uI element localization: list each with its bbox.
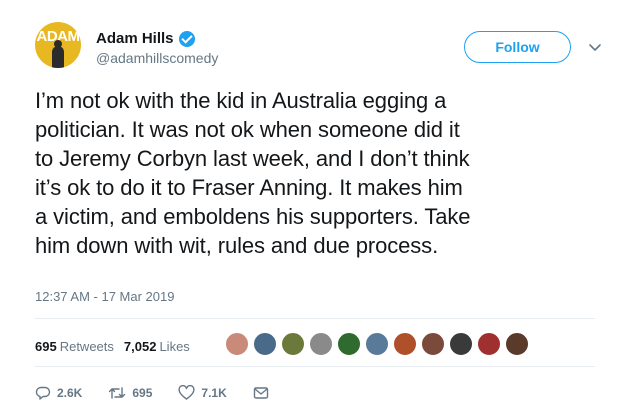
tweet-text-line: politician. It was not ok when someone d…	[35, 117, 460, 142]
like-action[interactable]: 7.1K	[178, 385, 227, 401]
liker-avatar[interactable]	[505, 332, 529, 356]
liker-avatar[interactable]	[421, 332, 445, 356]
display-name[interactable]: Adam Hills	[96, 30, 174, 47]
tweet-timestamp[interactable]: 12:37 AM - 17 Mar 2019	[35, 289, 174, 304]
message-action[interactable]	[253, 385, 275, 401]
avatar[interactable]: ADAM	[35, 22, 81, 68]
tweet-text-line: it’s ok to do it to Fraser Anning. It ma…	[35, 175, 463, 200]
liker-avatar[interactable]	[253, 332, 277, 356]
envelope-icon	[253, 387, 268, 399]
chevron-down-icon[interactable]	[588, 40, 602, 54]
retweet-action[interactable]: 695	[108, 385, 152, 401]
retweet-icon	[109, 387, 126, 399]
likes-label: Likes	[159, 339, 190, 354]
liker-avatars	[225, 332, 533, 356]
tweet-text-line: to Jeremy Corbyn last week, and I don’t …	[35, 146, 470, 171]
reply-count: 2.6K	[57, 386, 83, 400]
reply-action[interactable]: 2.6K	[35, 385, 82, 401]
author-name-row[interactable]: Adam Hills	[96, 30, 195, 47]
tweet-actions: 2.6K 695 7.1K	[35, 385, 301, 401]
heart-icon	[178, 385, 195, 400]
tweet-text-line: I’m not ok with the kid in Australia egg…	[35, 88, 447, 113]
divider	[35, 366, 595, 367]
avatar-figure-body	[52, 46, 64, 68]
retweets-label: Retweets	[59, 339, 114, 354]
liker-avatar[interactable]	[281, 332, 305, 356]
likes-count: 7,052	[123, 339, 157, 354]
handle[interactable]: @adamhillscomedy	[96, 50, 218, 66]
liker-avatar[interactable]	[309, 332, 333, 356]
liker-avatar[interactable]	[393, 332, 417, 356]
tweet-text-line: him down with wit, rules and due process…	[35, 233, 439, 258]
liker-avatar[interactable]	[477, 332, 501, 356]
likes-stat[interactable]: 7,052 Likes	[124, 339, 190, 354]
retweets-stat[interactable]: 695 Retweets	[35, 339, 114, 354]
liker-avatar[interactable]	[225, 332, 249, 356]
divider	[35, 318, 595, 319]
tweet-stats: 695 Retweets 7,052 Likes	[35, 339, 200, 354]
liker-avatar[interactable]	[365, 332, 389, 356]
follow-button[interactable]: Follow	[464, 31, 571, 63]
retweets-count: 695	[35, 339, 57, 354]
verified-badge-icon	[178, 30, 195, 47]
reply-icon	[35, 386, 51, 400]
tweet-text-line: a victim, and emboldens his supporters. …	[35, 204, 471, 229]
tweet-card: ADAM Adam Hills @adamhillscomedy Follow …	[0, 0, 631, 415]
liker-avatar[interactable]	[337, 332, 361, 356]
tweet-text: I’m not ok with the kid in Australia egg…	[35, 86, 625, 260]
like-count: 7.1K	[201, 386, 227, 400]
liker-avatar[interactable]	[449, 332, 473, 356]
retweet-count: 695	[132, 386, 153, 400]
